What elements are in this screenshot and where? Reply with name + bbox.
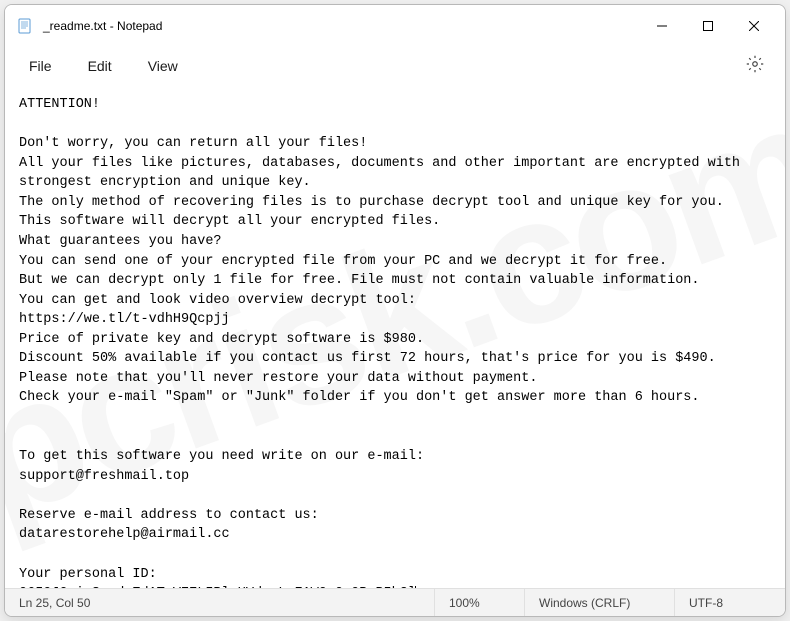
maximize-button[interactable] xyxy=(685,5,731,47)
menu-file[interactable]: File xyxy=(11,52,70,80)
text-caret xyxy=(415,586,416,588)
status-cursor-position: Ln 25, Col 50 xyxy=(5,589,435,616)
minimize-button[interactable] xyxy=(639,5,685,47)
status-encoding: UTF-8 xyxy=(675,589,785,616)
window-controls xyxy=(639,5,777,47)
document-text: ATTENTION! Don't worry, you can return a… xyxy=(19,97,748,588)
menu-edit[interactable]: Edit xyxy=(70,52,130,80)
gear-icon xyxy=(746,55,764,78)
notepad-icon xyxy=(17,18,33,34)
status-zoom: 100% xyxy=(435,589,525,616)
window-title: _readme.txt - Notepad xyxy=(43,19,639,33)
statusbar: Ln 25, Col 50 100% Windows (CRLF) UTF-8 xyxy=(5,588,785,616)
text-editor-area[interactable]: ATTENTION! Don't worry, you can return a… xyxy=(5,85,785,588)
titlebar: _readme.txt - Notepad xyxy=(5,5,785,47)
menubar: File Edit View xyxy=(5,47,785,85)
notepad-window: _readme.txt - Notepad File Edit View xyxy=(4,4,786,617)
settings-button[interactable] xyxy=(737,48,773,84)
status-line-ending: Windows (CRLF) xyxy=(525,589,675,616)
close-button[interactable] xyxy=(731,5,777,47)
menu-view[interactable]: View xyxy=(130,52,196,80)
